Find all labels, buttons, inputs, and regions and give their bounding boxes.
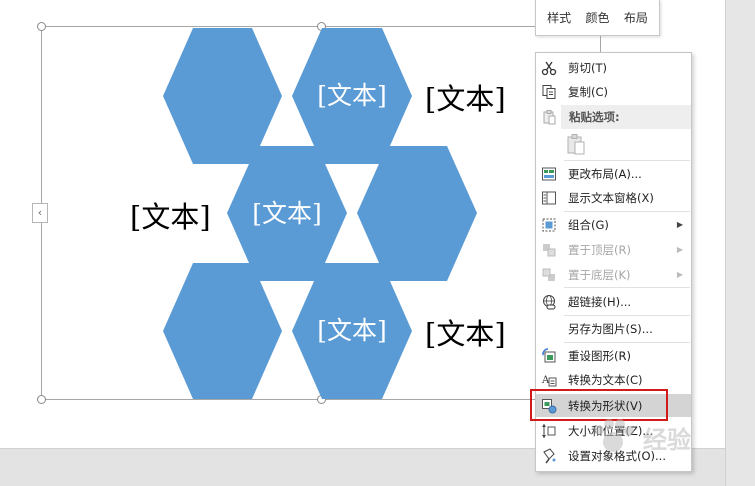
size-position-icon — [536, 419, 562, 442]
layout-button[interactable]: 布局 — [624, 9, 648, 26]
bring-front-icon — [536, 238, 562, 261]
paw-icon — [594, 419, 634, 452]
paste-keep-format-icon[interactable] — [566, 133, 586, 155]
menu-separator — [564, 315, 690, 316]
menu-item-copy[interactable]: 复制(C) — [536, 80, 691, 103]
menu-item-label: 另存为图片(S)... — [568, 321, 653, 336]
side-text-bottom[interactable]: [文本] — [425, 311, 506, 353]
menu-item-group[interactable]: 组合(G) ▶ — [536, 213, 691, 236]
layout-icon — [536, 162, 562, 185]
menu-item-hyperlink[interactable]: 超链接(H)... — [536, 290, 691, 313]
text-pane-icon — [536, 186, 562, 209]
menu-item-label: 显示文本窗格(X) — [568, 190, 654, 205]
hexagon-6-text[interactable]: [文本] — [317, 316, 387, 345]
hexagon-3-text[interactable]: [文本] — [252, 199, 322, 228]
menu-item-cut[interactable]: 剪切(T) — [536, 56, 691, 79]
menu-item-label: 更改布局(A)... — [568, 166, 642, 181]
blank-icon — [536, 317, 562, 340]
menu-item-label: 复制(C) — [568, 84, 609, 99]
paste-icon — [536, 105, 562, 128]
side-text-middle[interactable]: [文本] — [130, 194, 211, 236]
menu-separator — [564, 160, 690, 161]
menu-item-change-layout[interactable]: 更改布局(A)... — [536, 162, 691, 185]
menu-item-reset-graphic[interactable]: 重设图形(R) — [536, 344, 691, 367]
convert-text-icon: A — [536, 368, 562, 391]
submenu-arrow-icon: ▶ — [676, 245, 683, 254]
menu-item-label: 超链接(H)... — [568, 294, 632, 309]
watermark-text: 经验 — [643, 426, 691, 454]
scissors-icon — [536, 56, 562, 79]
menu-item-label: 组合(G) — [568, 217, 609, 232]
menu-item-label: 置于顶层(R) — [568, 242, 631, 257]
style-button[interactable]: 样式 — [547, 9, 571, 26]
menu-item-label: 转换为文本(C) — [568, 372, 643, 387]
hexagon-5[interactable] — [163, 263, 282, 399]
submenu-arrow-icon: ▶ — [676, 220, 683, 229]
color-button[interactable]: 颜色 — [585, 9, 609, 26]
menu-separator — [564, 287, 690, 288]
submenu-arrow-icon: ▶ — [676, 270, 683, 279]
hexagon-4[interactable] — [357, 146, 477, 281]
menu-item-label: 剪切(T) — [568, 60, 607, 75]
group-icon — [536, 213, 562, 236]
menu-item-text-pane[interactable]: 显示文本窗格(X) — [536, 186, 691, 209]
side-text-top[interactable]: [文本] — [425, 76, 506, 118]
watermark-logo: 经验 — [585, 416, 725, 456]
copy-icon — [536, 80, 562, 103]
menu-item-save-picture[interactable]: 另存为图片(S)... — [536, 317, 691, 340]
paste-icon-slot — [536, 105, 562, 128]
reset-graphic-icon — [536, 344, 562, 367]
paste-options-header: 粘贴选项: — [561, 105, 691, 129]
menu-item-send-back[interactable]: 置于底层(K) ▶ — [536, 263, 691, 286]
menu-item-convert-text[interactable]: A 转换为文本(C) — [536, 368, 691, 391]
hexagon-1[interactable] — [163, 28, 282, 164]
hexagon-2-text[interactable]: [文本] — [317, 81, 387, 110]
menu-separator — [564, 342, 690, 343]
mini-toolbar: 样式 颜色 布局 — [535, 0, 660, 36]
menu-item-bring-front[interactable]: 置于顶层(R) ▶ — [536, 238, 691, 261]
format-object-icon — [536, 444, 562, 467]
send-back-icon — [536, 263, 562, 286]
hyperlink-icon — [536, 290, 562, 313]
menu-item-label: 置于底层(K) — [568, 267, 631, 282]
menu-separator — [564, 211, 690, 212]
toolbar-connector — [600, 36, 601, 52]
menu-item-label: 重设图形(R) — [568, 348, 631, 363]
